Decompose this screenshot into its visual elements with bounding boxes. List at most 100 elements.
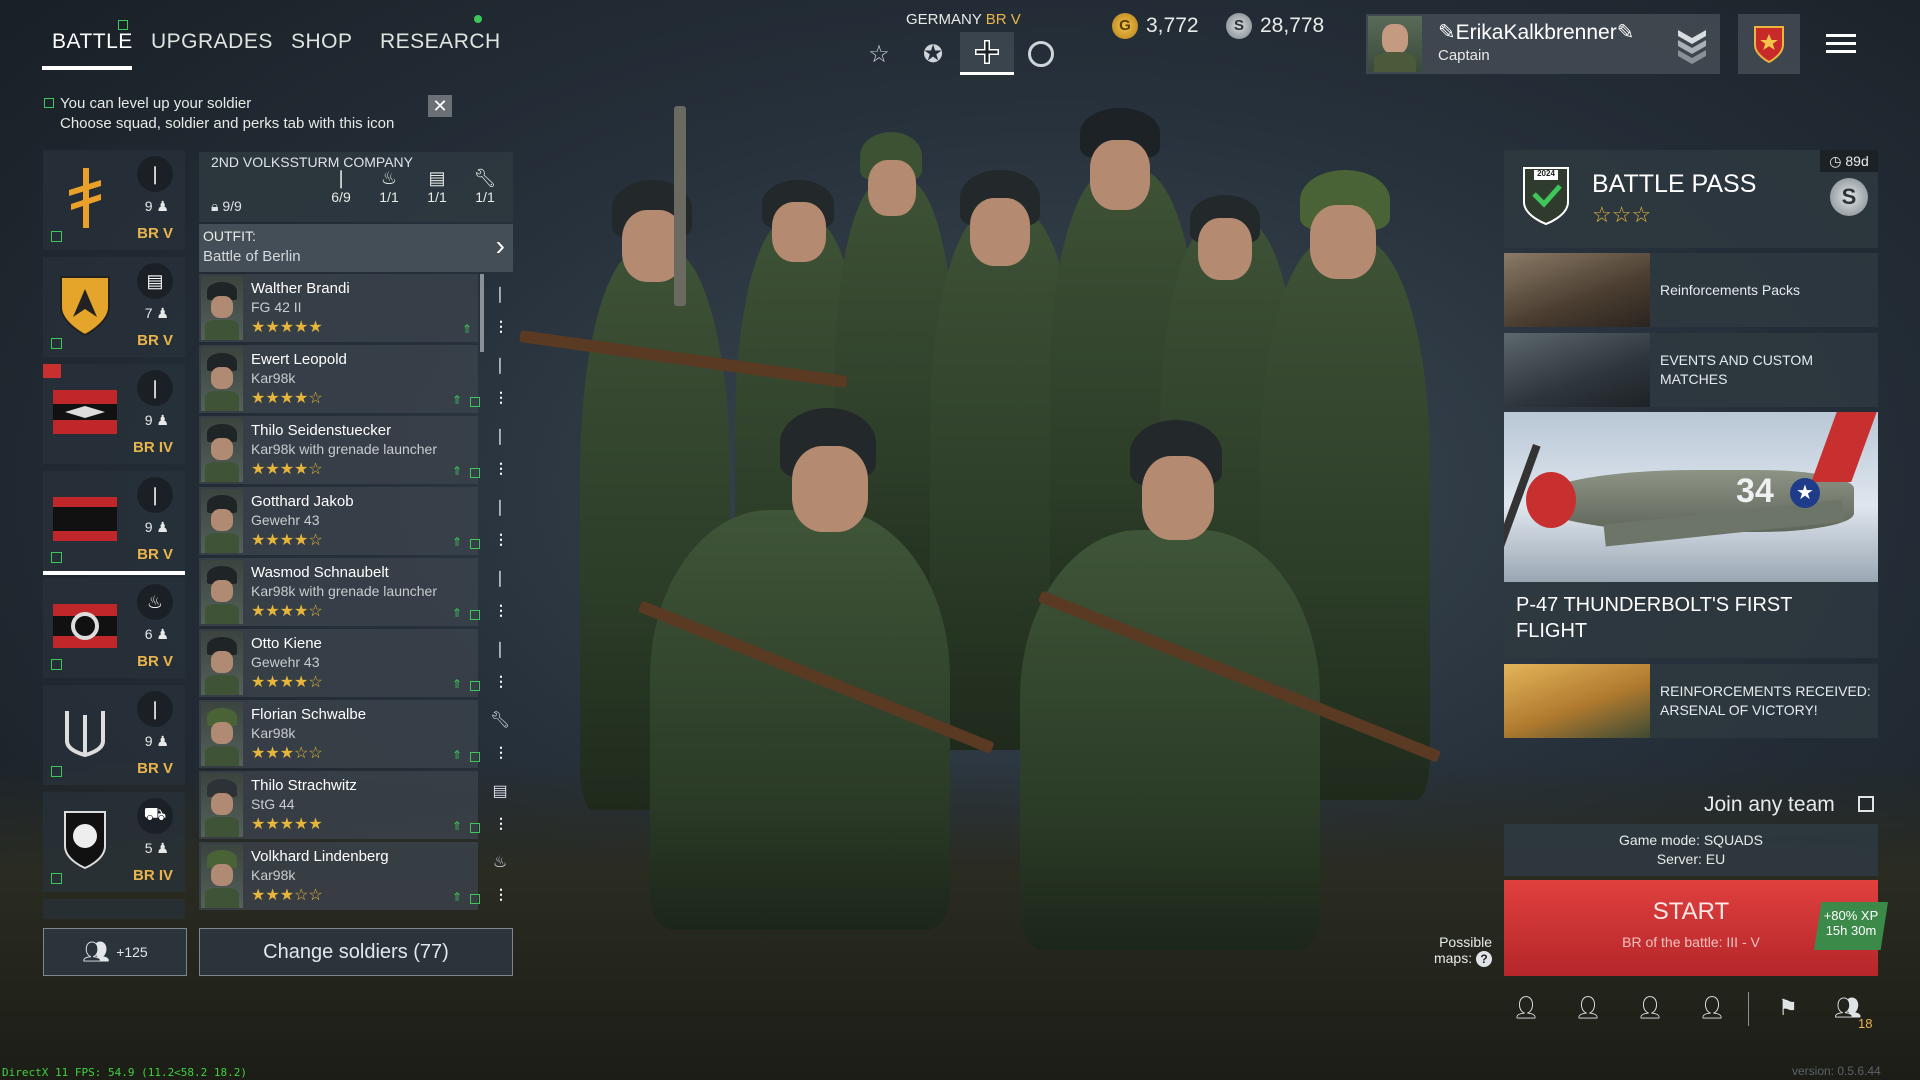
upgrade-indicator <box>470 468 480 478</box>
game-mode-box[interactable]: Game mode: SQUADS Server: EU <box>1504 824 1878 876</box>
received-line1: REINFORCEMENTS RECEIVED: <box>1660 683 1871 699</box>
more-options-icon[interactable]: ⋮ <box>494 744 508 761</box>
slot-rifle-count: 6/9 <box>331 189 351 205</box>
soldier-stars: ★★★☆☆ <box>251 745 323 762</box>
squad-card-1[interactable]: ❘ 9 ♟ BR V <box>43 150 185 250</box>
join-any-team-checkbox[interactable] <box>1858 796 1874 812</box>
squad-count: 7 ♟ <box>144 305 169 321</box>
achievements-button[interactable] <box>1738 14 1800 74</box>
more-options-icon[interactable]: ⋮ <box>494 886 508 903</box>
reinforcements-received-card[interactable]: REINFORCEMENTS RECEIVED: ARSENAL OF VICT… <box>1504 664 1878 738</box>
squad-card-6[interactable]: ❘ 9 ♟ BR V <box>43 685 185 785</box>
soldier-row-4[interactable]: Gotthard Jakob Gewehr 43 ★★★★☆ ⇑ ❘ ⋮ <box>199 487 508 555</box>
soldier-row-1[interactable]: Walther Brandi FG 42 II ★★★★★ ⇑ ❘ ⋮ <box>199 274 508 342</box>
soldier-stars: ★★★★★ <box>251 319 323 336</box>
hint-close-button[interactable]: ✕ <box>428 95 452 117</box>
join-any-team-label: Join any team <box>1704 793 1835 816</box>
nation-name: GERMANY <box>906 11 982 28</box>
main-menu-button[interactable] <box>1826 28 1856 58</box>
soldier-name: Florian Schwalbe <box>251 706 367 723</box>
outfit-selector[interactable]: OUTFIT: Battle of Berlin › <box>199 224 513 272</box>
nation-br: BR V <box>985 11 1021 28</box>
flame-class-icon: ♨ <box>137 584 173 620</box>
soldier-stars: ★★★★☆ <box>251 390 323 407</box>
soldier-name: Ewert Leopold <box>251 351 347 368</box>
feature-title-line2: FLIGHT <box>1516 620 1588 642</box>
soldier-weapon: Kar98k <box>251 867 296 883</box>
upgrade-indicator <box>470 539 480 549</box>
tab-upgrades[interactable]: UPGRADES <box>151 30 273 54</box>
soldier-weapon: Gewehr 43 <box>251 654 320 670</box>
soldier-row-9[interactable]: Volkhard Lindenberg Kar98k ★★★☆☆ ⇑ ♨ ⋮ <box>199 842 508 910</box>
more-options-icon[interactable]: ⋮ <box>494 389 508 406</box>
reserve-soldiers-button[interactable]: 👥︎ +125 <box>43 928 187 976</box>
soldiers-scene <box>500 90 1500 1050</box>
soldier-weapon: Kar98k <box>251 725 296 741</box>
soldier-row-2[interactable]: Ewert Leopold Kar98k ★★★★☆ ⇑ ❘ ⋮ <box>199 345 508 413</box>
soldier-portrait <box>201 418 243 482</box>
more-options-icon[interactable]: ⋮ <box>494 673 508 690</box>
more-options-icon[interactable]: ⋮ <box>494 460 508 477</box>
tab-shop[interactable]: SHOP <box>291 30 353 54</box>
soldier-name: Gotthard Jakob <box>251 493 354 510</box>
battle-pass-timer: ◷ 89d <box>1820 150 1878 172</box>
events-custom-matches-card[interactable]: EVENTS AND CUSTOM MATCHES <box>1504 333 1878 407</box>
tab-battle[interactable]: BATTLE <box>52 30 133 54</box>
squad-br: BR V <box>137 653 173 670</box>
soldier-portrait <box>201 844 243 908</box>
squad-card-7[interactable]: ⛟ 5 ♟ BR IV <box>43 792 185 892</box>
slot-radio[interactable]: ▤ 1/1 <box>415 168 459 205</box>
squad-card-5[interactable]: ♨ 6 ♟ BR V <box>43 578 185 678</box>
feature-news-card[interactable]: 34 ★ P-47 THUNDERBOLT'S FIRST FLIGHT <box>1504 412 1878 658</box>
help-icon[interactable]: ? <box>1476 951 1492 967</box>
soldier-row-8[interactable]: Thilo Strachwitz StG 44 ★★★★★ ⇑ ▤ ⋮ <box>199 771 508 839</box>
soldier-weapon: Gewehr 43 <box>251 512 320 528</box>
squad-card-3[interactable]: ❘ 9 ♟ BR IV <box>43 364 185 464</box>
invite-friend-icon-1[interactable]: 👤︎ <box>1510 995 1542 1021</box>
squad-card-partial[interactable] <box>43 899 185 919</box>
nation-ring-button[interactable] <box>1018 36 1064 72</box>
soldier-portrait <box>201 702 243 766</box>
plane-nose <box>1526 472 1576 528</box>
squad-upgrade-indicator <box>51 873 62 884</box>
soldier-weapon: Kar98k with grenade launcher <box>251 583 438 599</box>
nation-circle-star-button[interactable]: ✪ <box>910 36 956 72</box>
slot-engineer[interactable]: 🔧︎ 1/1 <box>463 168 507 205</box>
nation-star-button[interactable]: ☆ <box>856 36 902 72</box>
flag-icon[interactable]: ⚑ <box>1772 995 1804 1021</box>
start-battle-button[interactable]: START BR of the battle: III - V +80% XP … <box>1504 880 1888 976</box>
gold-value: 3,772 <box>1146 14 1199 37</box>
battle-pass-card[interactable]: 2024 BATTLE PASS ☆☆☆ ◷ 89d S <box>1504 150 1878 248</box>
player-panel[interactable]: ✎ErikaKalkbrenner✎ Captain <box>1366 14 1720 74</box>
more-options-icon[interactable]: ⋮ <box>494 815 508 832</box>
squad-card-2[interactable]: ▤ 7 ♟ BR V <box>43 257 185 357</box>
soldier-row-5[interactable]: Wasmod Schnaubelt Kar98k with grenade la… <box>199 558 508 626</box>
soldier-name: Volkhard Lindenberg <box>251 848 389 865</box>
more-options-icon[interactable]: ⋮ <box>494 602 508 619</box>
slot-rifle[interactable]: ❘ 6/9 <box>319 168 363 205</box>
soldier-list-scrollbar[interactable] <box>480 274 484 352</box>
more-options-icon[interactable]: ⋮ <box>494 531 508 548</box>
events-thumbnail <box>1504 333 1650 407</box>
soldier-row-3[interactable]: Thilo Seidenstuecker Kar98k with grenade… <box>199 416 508 484</box>
tab-research[interactable]: RESEARCH <box>380 30 501 54</box>
squad-card-4[interactable]: ❘ 9 ♟ BR V <box>43 471 185 575</box>
invite-friend-icon-4[interactable]: 👤︎ <box>1696 995 1728 1021</box>
squad-br: BR V <box>137 760 173 777</box>
reinforcements-packs-card[interactable]: Reinforcements Packs <box>1504 253 1878 327</box>
upgrade-indicator <box>470 397 480 407</box>
more-options-icon[interactable]: ⋮ <box>494 318 508 335</box>
nation-germany-button[interactable] <box>960 32 1014 75</box>
soldier-name: Thilo Seidenstuecker <box>251 422 392 439</box>
slot-flame[interactable]: ♨ 1/1 <box>367 168 411 205</box>
soldier-weapon: Kar98k with grenade launcher <box>251 441 438 457</box>
soldier-name: Otto Kiene <box>251 635 322 652</box>
invite-friend-icon-3[interactable]: 👤︎ <box>1634 995 1666 1021</box>
change-soldiers-button[interactable]: Change soldiers (77) <box>199 928 513 976</box>
soldier-row-6[interactable]: Otto Kiene Gewehr 43 ★★★★☆ ⇑ ❘ ⋮ <box>199 629 508 697</box>
gold-icon: G <box>1112 13 1138 39</box>
soldier-row-7[interactable]: Florian Schwalbe Kar98k ★★★☆☆ ⇑ 🔧︎ ⋮ <box>199 700 510 768</box>
invite-friend-icon-2[interactable]: 👤︎ <box>1572 995 1604 1021</box>
xp-bonus-badge: +80% XP 15h 30m <box>1814 902 1888 950</box>
squad-alert-flag-icon <box>43 364 61 378</box>
